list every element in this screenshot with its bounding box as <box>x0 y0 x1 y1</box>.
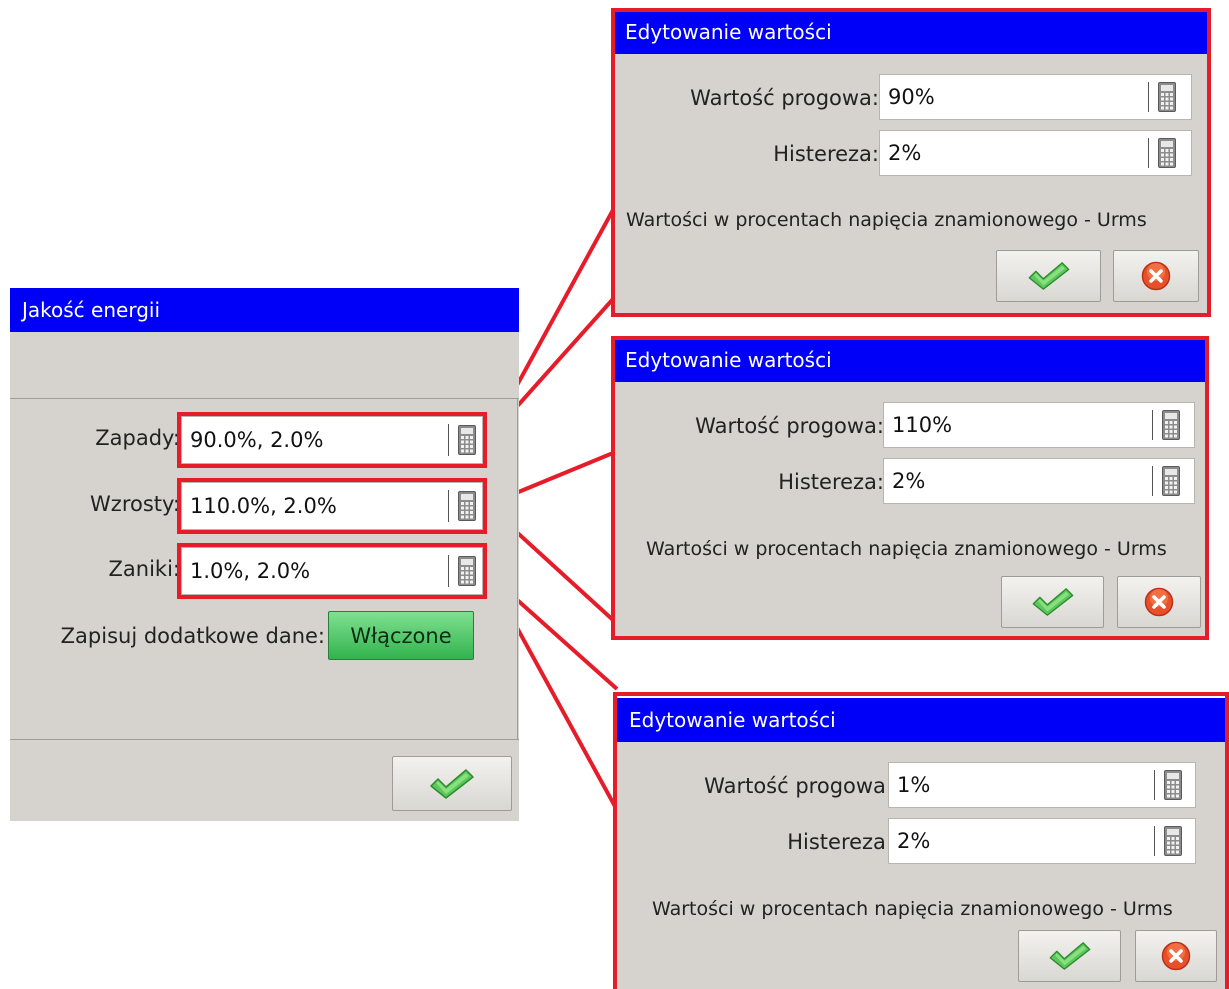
divider <box>517 398 518 739</box>
divider <box>10 398 519 399</box>
highlight-zapady <box>177 412 487 468</box>
highlight-wzrosty <box>177 478 487 534</box>
divider <box>10 739 519 740</box>
main-title-bar: Jakość energii <box>10 288 519 332</box>
main-title: Jakość energii <box>22 298 160 322</box>
highlight-zaniki <box>177 543 487 599</box>
check-icon <box>428 768 476 800</box>
ok-button[interactable] <box>392 756 512 811</box>
highlight-dialog-wzrosty <box>611 336 1209 640</box>
row-label-zaniki: Zaniki: <box>108 557 180 581</box>
row-label-zapady: Zapady: <box>95 426 180 450</box>
highlight-dialog-zapady <box>611 8 1211 317</box>
row-label-wzrosty: Wzrosty: <box>90 492 180 516</box>
main-window: Jakość energii Zapady: 90.0%, 2.0% Wzros… <box>10 288 519 821</box>
highlight-dialog-zaniki <box>613 692 1229 989</box>
extra-data-toggle[interactable]: Włączone <box>328 611 474 660</box>
extra-data-label: Zapisuj dodatkowe dane: <box>60 624 325 648</box>
